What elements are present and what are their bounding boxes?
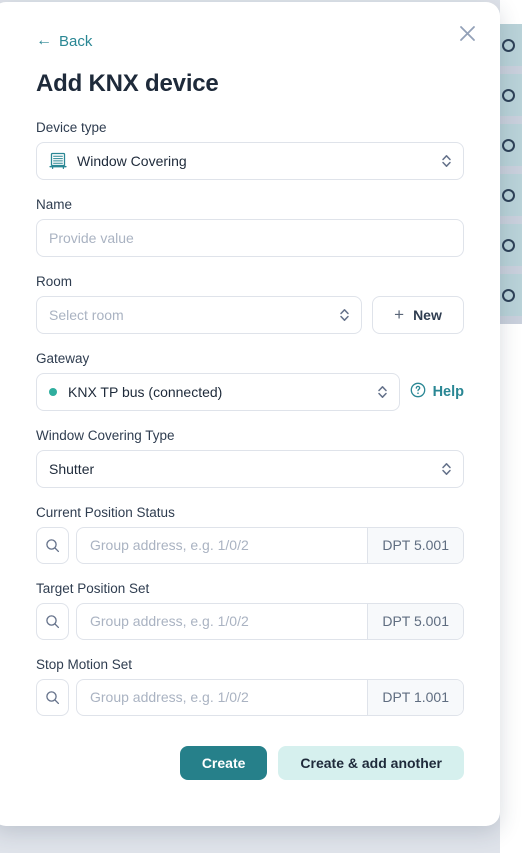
window-covering-type-value: Shutter — [49, 460, 95, 477]
chevron-up-down-icon — [377, 384, 388, 399]
window-covering-type-select[interactable]: Shutter — [36, 449, 464, 488]
field-group-address: Current Position Status Group address, e.… — [36, 505, 464, 564]
create-button[interactable]: Create — [179, 745, 268, 780]
circle-outline-icon — [502, 188, 515, 202]
field-window-covering-type: Window Covering Type Shutter — [36, 428, 464, 488]
window-covering-type-label: Window Covering Type — [36, 427, 175, 443]
background-row-separator — [500, 116, 522, 124]
group-address-label: Stop Motion Set — [36, 656, 133, 672]
create-and-add-another-button[interactable]: Create & add another — [278, 745, 464, 780]
search-icon[interactable] — [36, 526, 69, 564]
circle-outline-icon — [502, 238, 515, 252]
group-address-label: Target Position Set — [36, 580, 150, 596]
circle-outline-icon — [502, 38, 515, 52]
group-address-label: Current Position Status — [36, 504, 175, 520]
chevron-up-down-icon — [339, 307, 350, 322]
background-row-separator — [500, 216, 522, 224]
group-address-placeholder: Group address, e.g. 1/0/2 — [90, 689, 249, 705]
help-link[interactable]: Help — [410, 382, 464, 402]
search-icon[interactable] — [36, 678, 69, 716]
dpt-label: DPT 5.001 — [367, 527, 463, 563]
arrow-left-icon: ← — [36, 32, 52, 49]
background-list-row[interactable] — [500, 174, 522, 216]
background-list-row[interactable] — [500, 224, 522, 266]
name-input[interactable]: Provide value — [36, 218, 464, 257]
status-badge — [49, 387, 57, 396]
group-address-list: Current Position Status Group address, e.… — [36, 505, 464, 716]
chevron-up-down-icon — [441, 461, 452, 476]
plus-icon: + — [394, 305, 405, 324]
background-list-row[interactable] — [500, 24, 522, 66]
room-placeholder: Select room — [49, 306, 124, 323]
help-label: Help — [432, 383, 464, 400]
name-placeholder: Provide value — [49, 229, 134, 246]
dpt-label: DPT 5.001 — [367, 603, 463, 639]
background-row-separator — [500, 266, 522, 274]
back-label: Back — [59, 32, 93, 50]
field-gateway: Gateway KNX TP bus (connected) Help — [36, 351, 464, 411]
circle-outline-icon — [502, 88, 515, 102]
circle-outline-icon — [502, 138, 515, 152]
question-circle-icon — [410, 382, 426, 402]
room-select[interactable]: Select room — [36, 295, 362, 334]
new-room-label: New — [413, 306, 442, 323]
device-type-value: Window Covering — [77, 152, 187, 169]
gateway-select[interactable]: KNX TP bus (connected) — [36, 372, 400, 411]
field-group-address: Stop Motion Set Group address, e.g. 1/0/2… — [36, 657, 464, 716]
gateway-value: KNX TP bus (connected) — [68, 383, 223, 400]
device-type-select[interactable]: Window Covering — [36, 141, 464, 180]
search-icon[interactable] — [36, 602, 69, 640]
chevron-up-down-icon — [441, 153, 452, 168]
circle-outline-icon — [502, 288, 515, 302]
add-knx-device-dialog: ← Back Add KNX device Device type Window… — [0, 2, 500, 826]
field-name: Name Provide value — [36, 197, 464, 257]
device-type-label: Device type — [36, 119, 107, 135]
group-address-input[interactable]: Group address, e.g. 1/0/2 — [77, 604, 367, 639]
group-address-input[interactable]: Group address, e.g. 1/0/2 — [77, 680, 367, 715]
background-row-separator — [500, 66, 522, 74]
room-label: Room — [36, 273, 73, 289]
group-address-placeholder: Group address, e.g. 1/0/2 — [90, 537, 249, 553]
dpt-label: DPT 1.001 — [367, 679, 463, 715]
back-link[interactable]: ← Back — [36, 33, 92, 50]
background-list-row[interactable] — [500, 274, 522, 316]
group-address-input[interactable]: Group address, e.g. 1/0/2 — [77, 528, 367, 563]
background-row-separator — [500, 166, 522, 174]
name-label: Name — [36, 196, 73, 212]
field-room: Room Select room + New — [36, 274, 464, 334]
background-row-separator — [500, 316, 522, 324]
field-device-type: Device type Window Covering — [36, 120, 464, 180]
group-address-placeholder: Group address, e.g. 1/0/2 — [90, 613, 249, 629]
close-icon[interactable] — [454, 20, 480, 46]
gateway-label: Gateway — [36, 350, 90, 366]
window-covering-icon — [49, 152, 67, 170]
background-list-row[interactable] — [500, 74, 522, 116]
background-list-row[interactable] — [500, 124, 522, 166]
page-title: Add KNX device — [36, 69, 219, 97]
field-group-address: Target Position Set Group address, e.g. 1… — [36, 581, 464, 640]
dialog-footer: Create Create & add another — [36, 745, 464, 780]
new-room-button[interactable]: + New — [372, 295, 464, 334]
